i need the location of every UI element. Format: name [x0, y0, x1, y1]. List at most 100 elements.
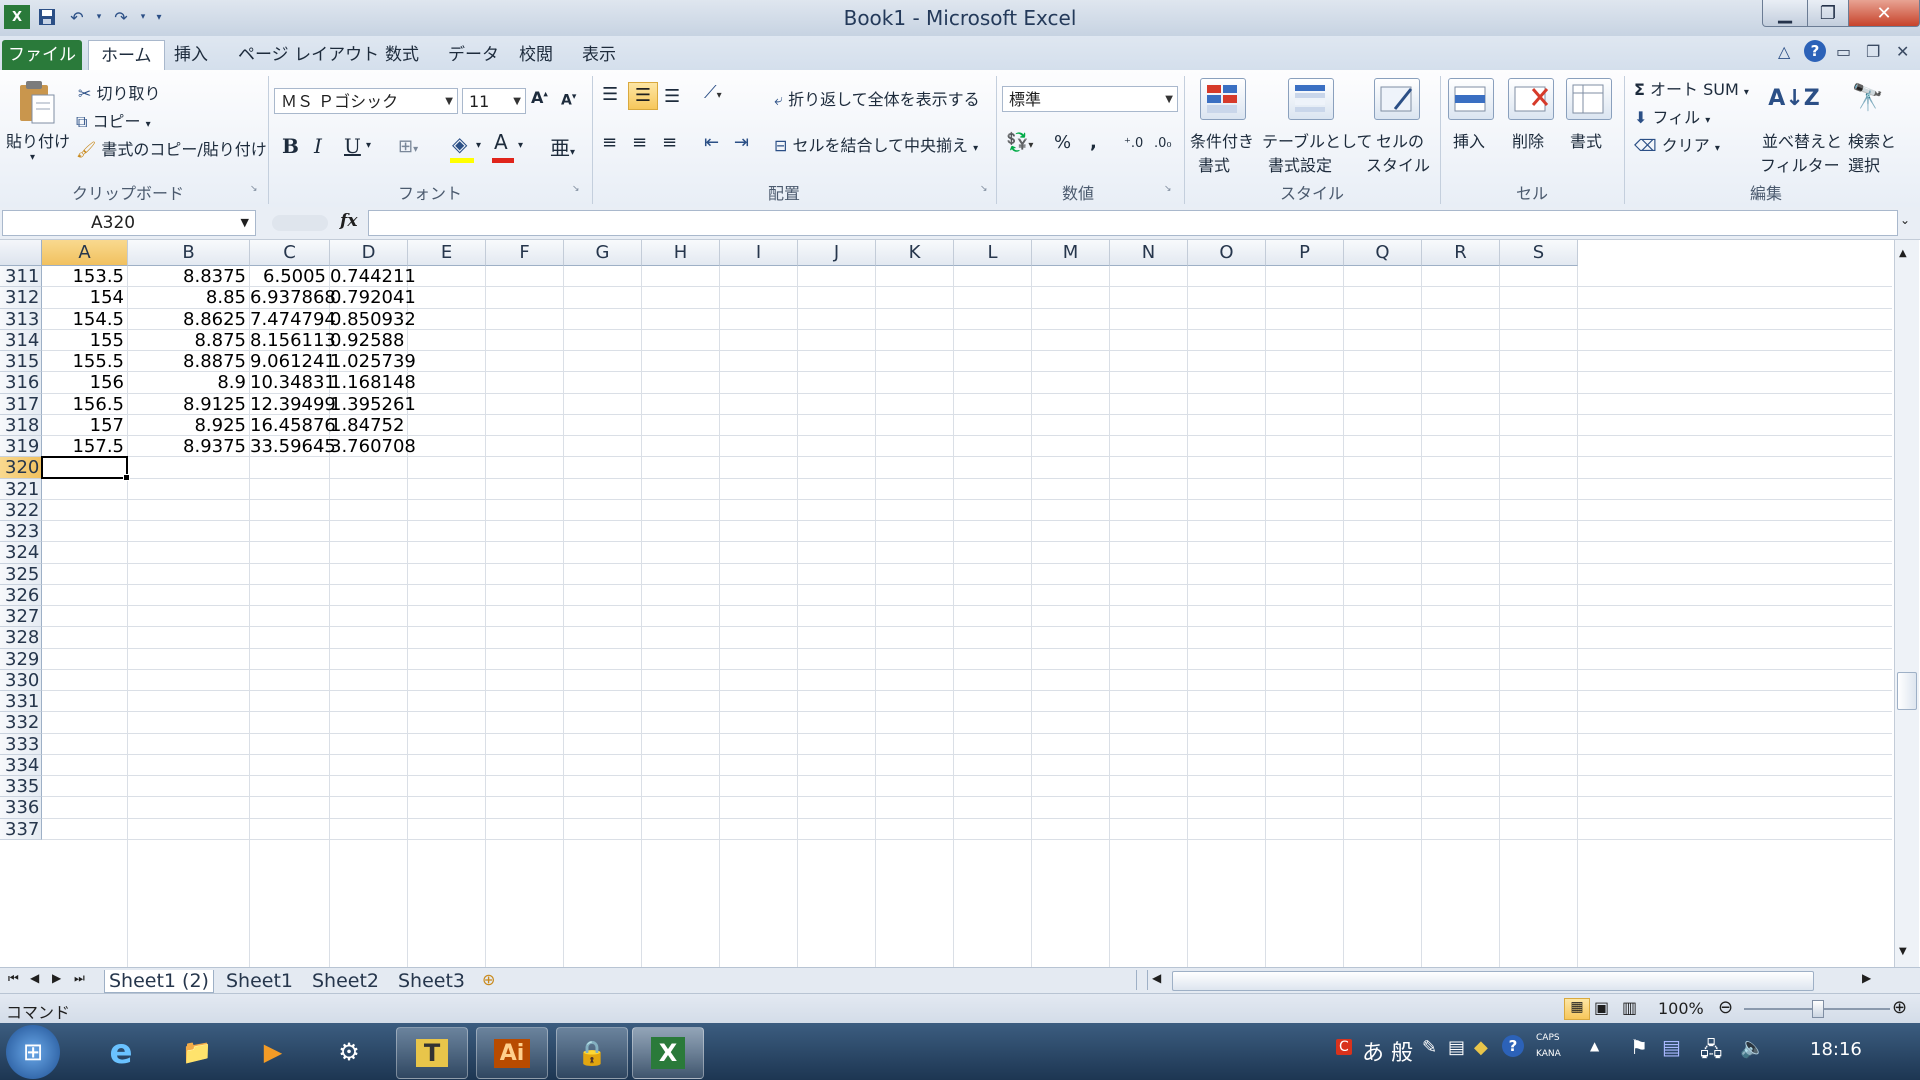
cell-c314[interactable]: 8.156113: [250, 330, 336, 351]
wrap-text-button[interactable]: ⤶ 折り返して全体を表示する: [774, 86, 980, 110]
taskbar-media-player[interactable]: ▶: [238, 1027, 308, 1077]
align-center-icon[interactable]: ≡: [632, 132, 647, 153]
row-header[interactable]: 328: [0, 627, 42, 649]
formula-bar-splitter[interactable]: [272, 215, 328, 231]
first-sheet-icon[interactable]: ⏮: [8, 971, 19, 986]
cell-d317[interactable]: 1.395261: [330, 394, 416, 415]
tab-home[interactable]: ホーム: [88, 40, 165, 71]
cell-c313[interactable]: 7.474794: [250, 309, 336, 330]
row-header[interactable]: 313: [0, 308, 42, 330]
row-header[interactable]: 331: [0, 691, 42, 713]
taskbar-utility[interactable]: ⚙: [314, 1027, 384, 1077]
cell-d319[interactable]: 3.760708: [330, 436, 416, 457]
format-as-table-button[interactable]: テーブルとして: [1262, 128, 1373, 152]
conditional-formatting-icon[interactable]: [1200, 78, 1246, 120]
ime-toolbox-icon[interactable]: ◆: [1474, 1037, 1488, 1058]
tab-split-handle[interactable]: [1136, 970, 1148, 990]
sort-filter-icon[interactable]: A↓Z: [1768, 76, 1819, 120]
cell-c311[interactable]: 6.5005: [250, 266, 330, 287]
row-header[interactable]: 319: [0, 436, 42, 458]
network-icon[interactable]: 🖧: [1700, 1035, 1722, 1069]
sheet-tab-sheet1-2[interactable]: Sheet1 (2): [104, 970, 214, 993]
row-header[interactable]: 314: [0, 329, 42, 351]
insert-cells-icon[interactable]: [1448, 78, 1494, 120]
binoculars-icon[interactable]: 🔭: [1846, 76, 1890, 120]
normal-view-icon[interactable]: ▦: [1564, 998, 1590, 1020]
cell-c317[interactable]: 12.39499: [250, 394, 336, 415]
fill-color-icon[interactable]: ◈: [452, 132, 467, 156]
number-format-combo[interactable]: 標準 ▼: [1002, 86, 1178, 112]
vertical-scrollbar[interactable]: ▲ ▼: [1894, 240, 1919, 967]
column-header-j[interactable]: J: [798, 240, 876, 266]
zoom-out-icon[interactable]: ⊖: [1718, 997, 1733, 1018]
show-hidden-icons-icon[interactable]: ▲: [1590, 1039, 1599, 1053]
row-header[interactable]: 337: [0, 818, 42, 840]
font-size-combo[interactable]: 11 ▼: [462, 88, 526, 114]
cell-a311[interactable]: 153.5: [42, 266, 128, 287]
formula-input[interactable]: [368, 210, 1898, 236]
insert-cells-button[interactable]: 挿入: [1453, 128, 1485, 152]
underline-icon[interactable]: U: [344, 134, 361, 158]
clipboard-launcher-icon[interactable]: ↘: [250, 184, 258, 194]
zoom-slider-thumb[interactable]: [1812, 1000, 1824, 1018]
clear-button[interactable]: ⌫ クリア ▾: [1634, 132, 1720, 156]
last-sheet-icon[interactable]: ⏭: [74, 971, 85, 986]
font-launcher-icon[interactable]: ↘: [572, 184, 580, 194]
merge-center-button[interactable]: ⊟ セルを結合して中央揃え ▾: [774, 132, 978, 156]
minimize-ribbon-icon[interactable]: △: [1778, 42, 1790, 61]
sheet-tab-sheet2[interactable]: Sheet2: [308, 970, 383, 992]
taskbar-ie[interactable]: e: [86, 1027, 156, 1077]
row-header[interactable]: 324: [0, 542, 42, 564]
autosum-button[interactable]: Σ オート SUM ▾: [1634, 76, 1749, 100]
conditional-formatting-button[interactable]: 条件付き: [1190, 128, 1254, 152]
cell-b316[interactable]: 8.9: [128, 372, 250, 393]
increase-decimal-icon[interactable]: ⁺.0: [1124, 136, 1143, 151]
format-cells-button[interactable]: 書式: [1570, 128, 1602, 152]
paste-dropdown-icon[interactable]: ▾: [30, 152, 35, 163]
cell-b317[interactable]: 8.9125: [128, 394, 250, 415]
row-header[interactable]: 329: [0, 648, 42, 670]
cell-b311[interactable]: 8.8375: [128, 266, 250, 287]
bold-icon[interactable]: B: [282, 134, 299, 158]
fill-color-dropdown-icon[interactable]: ▾: [476, 140, 481, 151]
phonetic-guide-icon[interactable]: 亜▾: [550, 132, 575, 161]
font-color-dropdown-icon[interactable]: ▾: [518, 140, 523, 151]
delete-cells-icon[interactable]: [1508, 78, 1554, 120]
column-header-k[interactable]: K: [876, 240, 954, 266]
cell-d313[interactable]: 0.850932: [330, 309, 416, 330]
volume-icon[interactable]: 🔈: [1740, 1035, 1765, 1059]
sheet-tab-sheet3[interactable]: Sheet3: [394, 970, 469, 992]
cell-c316[interactable]: 10.34831: [250, 372, 336, 393]
workbook-restore-icon[interactable]: ❐: [1866, 42, 1880, 61]
cell-a312[interactable]: 154: [42, 287, 128, 308]
cell-a319[interactable]: 157.5: [42, 436, 128, 457]
column-header-c[interactable]: C: [250, 240, 330, 266]
column-header-i[interactable]: I: [720, 240, 798, 266]
vertical-scroll-thumb[interactable]: [1897, 672, 1917, 710]
cell-a316[interactable]: 156: [42, 372, 128, 393]
expand-formula-bar-icon[interactable]: ⌄: [1900, 213, 1910, 227]
ime-tool-icon[interactable]: C: [1336, 1039, 1352, 1055]
format-as-table-icon[interactable]: [1288, 78, 1334, 120]
scroll-up-icon[interactable]: ▲: [1899, 248, 1907, 259]
row-header[interactable]: 334: [0, 754, 42, 776]
fill-button[interactable]: ⬇ フィル ▾: [1634, 104, 1710, 128]
row-header[interactable]: 316: [0, 372, 42, 394]
row-header[interactable]: 335: [0, 776, 42, 798]
workbook-minimize-icon[interactable]: ▭: [1836, 42, 1851, 61]
format-cells-icon[interactable]: [1566, 78, 1612, 120]
scroll-right-icon[interactable]: ▶: [1862, 971, 1871, 985]
cell-a314[interactable]: 155: [42, 330, 128, 351]
currency-format-icon[interactable]: 💱▾: [1006, 132, 1033, 153]
tab-data[interactable]: データ: [436, 40, 511, 70]
page-break-view-icon[interactable]: ▥: [1622, 998, 1637, 1017]
scroll-left-icon[interactable]: ◀: [1152, 971, 1161, 985]
cell-a315[interactable]: 155.5: [42, 351, 128, 372]
minimize-button[interactable]: ▁: [1762, 0, 1808, 27]
cell-b312[interactable]: 8.85: [128, 287, 250, 308]
column-header-b[interactable]: B: [128, 240, 250, 266]
zoom-level[interactable]: 100%: [1658, 999, 1704, 1018]
column-header-o[interactable]: O: [1188, 240, 1266, 266]
prev-sheet-icon[interactable]: ◀: [30, 971, 39, 985]
italic-icon[interactable]: I: [314, 134, 322, 158]
